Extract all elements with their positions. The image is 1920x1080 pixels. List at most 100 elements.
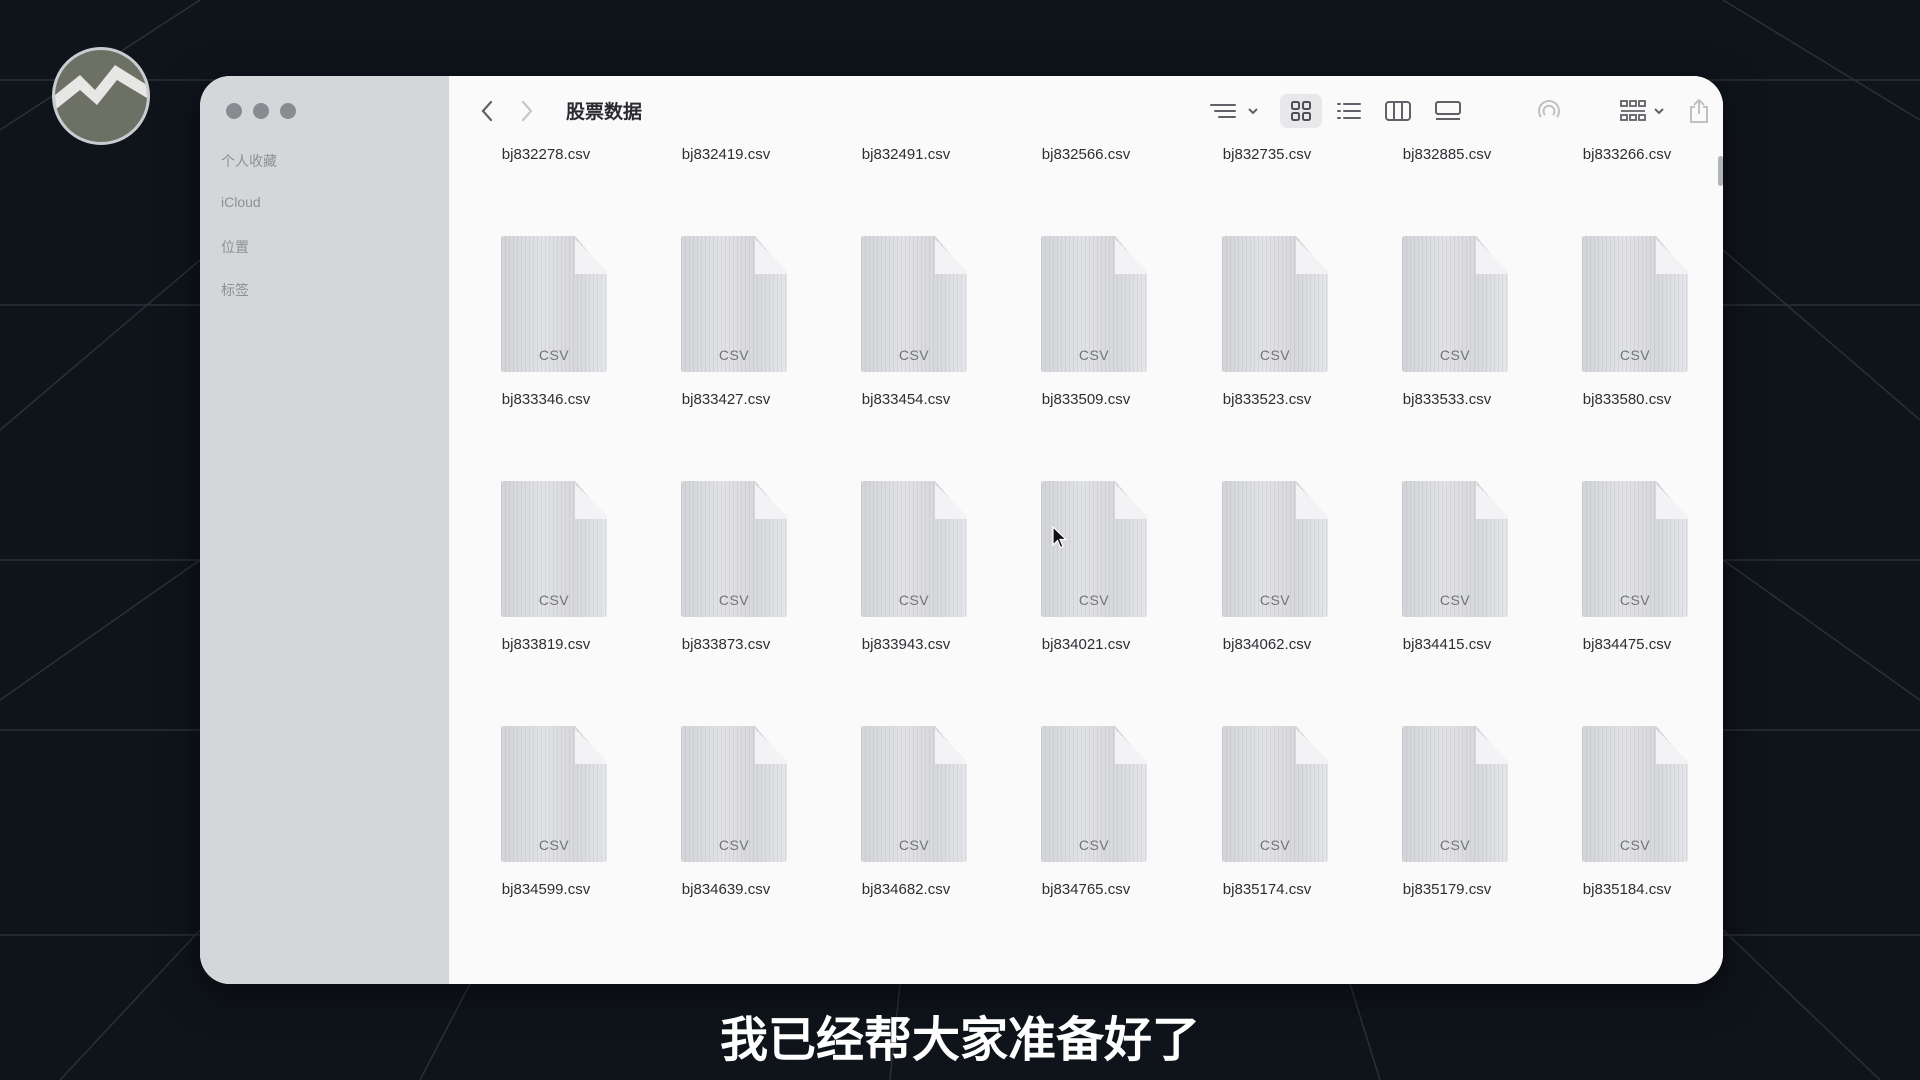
file-item[interactable]: CSVbj833266.csv [1537,146,1717,169]
page-fold [1476,481,1508,519]
minimize-button[interactable] [253,103,269,119]
file-item[interactable]: CSV bj835184.csv [1537,704,1717,904]
sort-button[interactable] [1209,98,1263,124]
file-type-label: CSV [1259,592,1291,608]
page-fold [575,236,607,274]
file-item[interactable]: CSV bj833523.csv [1177,214,1357,414]
file-item[interactable]: CSV bj833819.csv [456,459,636,659]
chevron-right-icon [521,100,533,122]
list-view-button[interactable] [1332,98,1366,124]
gallery-view-button[interactable] [1431,98,1465,124]
file-item[interactable]: CSV bj833943.csv [816,459,996,659]
page-fold [1115,726,1147,764]
scrollbar[interactable] [1718,156,1723,186]
page-fold [1296,236,1328,274]
toolbar: 股票数据 [449,76,1723,146]
file-type-label: CSV [718,837,750,853]
file-item[interactable]: CSV bj834639.csv [636,704,816,904]
close-button[interactable] [226,103,242,119]
sidebar: 个人收藏 iCloud 位置 标签 [200,76,449,984]
file-item[interactable]: CSV bj834599.csv [456,704,636,904]
file-type-label: CSV [898,347,930,363]
file-item[interactable]: CSV bj833580.csv [1537,214,1717,414]
file-name: bj832566.csv [1041,146,1131,163]
mouse-cursor-icon [1052,526,1068,549]
file-name: bj833427.csv [681,391,771,408]
file-item[interactable]: CSV bj834021.csv [996,459,1176,659]
page-fold [1115,236,1147,274]
page-fold [1296,726,1328,764]
file-name: bj834062.csv [1222,636,1312,653]
file-type-label: CSV [1619,592,1651,608]
page-fold [935,236,967,274]
icon-view-icon [1291,101,1311,121]
page-fold [1656,481,1688,519]
page-fold [935,726,967,764]
forward-button[interactable] [514,98,540,124]
airdrop-button[interactable] [1534,98,1564,124]
file-type-label: CSV [1439,592,1471,608]
share-icon [1690,98,1708,123]
file-type-label: CSV [718,592,750,608]
file-type-label: CSV [1619,347,1651,363]
sidebar-item-icloud[interactable]: iCloud [221,194,261,210]
file-name: bj832735.csv [1222,146,1312,163]
list-view-icon [1337,103,1361,119]
file-item[interactable]: CSV bj834682.csv [816,704,996,904]
file-name: bj832278.csv [501,146,591,163]
file-item[interactable]: CSVbj832278.csv [456,146,636,169]
file-name: bj833533.csv [1402,391,1492,408]
main-pane: 股票数据 bj832278.csv bj832419.csv bj832491.… [449,76,1723,984]
file-item[interactable]: CSV bj833873.csv [636,459,816,659]
file-name: bj835184.csv [1582,881,1672,898]
file-name: bj833509.csv [1041,391,1131,408]
avatar [52,47,150,145]
file-type-label: CSV [898,592,930,608]
file-item[interactable]: CSV bj834062.csv [1177,459,1357,659]
back-button[interactable] [474,98,500,124]
icon-view-button[interactable] [1280,94,1322,128]
file-type-label: CSV [538,592,570,608]
gallery-view-icon [1435,101,1461,120]
sidebar-item-favorites[interactable]: 个人收藏 [221,151,277,171]
file-item[interactable]: CSV bj833346.csv [456,214,636,414]
sidebar-item-tags[interactable]: 标签 [221,280,249,300]
sidebar-item-locations[interactable]: 位置 [221,237,249,257]
file-item[interactable]: CSV bj833509.csv [996,214,1176,414]
file-item[interactable]: CSV bj834475.csv [1537,459,1717,659]
file-grid: CSVbj832278.csvCSVbj832419.csvCSVbj83249… [449,146,1723,984]
page-fold [575,481,607,519]
file-item[interactable]: CSV bj833427.csv [636,214,816,414]
window-title: 股票数据 [566,102,643,123]
file-type-label: CSV [1259,837,1291,853]
file-item[interactable]: CSV bj834765.csv [996,704,1176,904]
group-button[interactable] [1619,98,1669,124]
file-item[interactable]: CSV bj834415.csv [1357,459,1537,659]
file-type-label: CSV [1078,592,1110,608]
file-item[interactable]: CSV bj833533.csv [1357,214,1537,414]
file-item[interactable]: CSV bj835179.csv [1357,704,1537,904]
zoom-button[interactable] [280,103,296,119]
page-fold [755,236,787,274]
file-type-label: CSV [1439,837,1471,853]
file-item[interactable]: CSV bj835174.csv [1177,704,1357,904]
file-name: bj835174.csv [1222,881,1312,898]
file-name: bj832885.csv [1402,146,1492,163]
file-name: bj834599.csv [501,881,591,898]
file-item[interactable]: CSVbj832491.csv [816,146,996,169]
file-name: bj832419.csv [681,146,771,163]
file-name: bj833943.csv [861,636,951,653]
column-view-button[interactable] [1381,98,1415,124]
file-name: bj832491.csv [861,146,951,163]
subtitle-caption: 我已经帮大家准备好了 [719,1014,1200,1067]
page-fold [1656,726,1688,764]
share-button[interactable] [1684,98,1714,124]
file-item[interactable]: CSVbj832885.csv [1357,146,1537,169]
file-item[interactable]: CSVbj832566.csv [996,146,1176,169]
file-name: bj834475.csv [1582,636,1672,653]
file-item[interactable]: CSVbj832735.csv [1177,146,1357,169]
file-item[interactable]: CSVbj832419.csv [636,146,816,169]
file-item[interactable]: CSV bj833454.csv [816,214,996,414]
file-type-label: CSV [718,347,750,363]
page-fold [1296,481,1328,519]
